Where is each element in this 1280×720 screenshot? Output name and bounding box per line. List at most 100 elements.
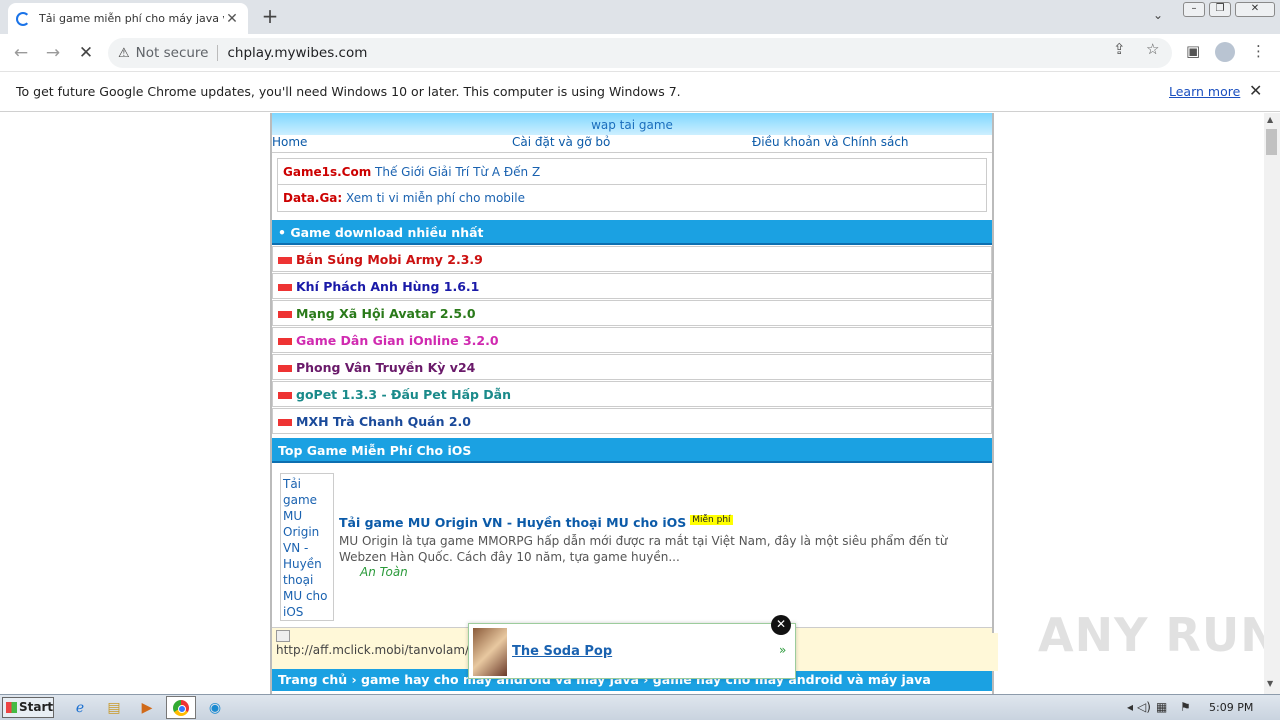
site-container: wap tai game Home Cài đặt và gỡ bỏ Điều …: [270, 113, 994, 694]
scroll-up-icon[interactable]: ▲: [1267, 115, 1273, 124]
new-badge-icon: [278, 365, 292, 372]
page-scrollbar[interactable]: ▲ ▼: [1264, 113, 1280, 694]
profile-avatar[interactable]: [1215, 42, 1235, 62]
web-page: wap tai game Home Cài đặt và gỡ bỏ Điều …: [0, 113, 1264, 694]
side-panel-icon[interactable]: ▣: [1186, 42, 1200, 60]
media-player-icon[interactable]: ▶: [135, 698, 159, 718]
promo-text[interactable]: Thế Giới Giải Trí Từ A Đến Z: [375, 165, 540, 179]
tab-title: Tải game miễn phí cho máy java và a: [39, 12, 224, 25]
address-separator: [217, 45, 219, 61]
windows-taskbar: Start ℯ ▤ ▶ ◉ ◂ ◁) ▦ ⚑ 5:09 PM: [0, 694, 1280, 720]
chrome-icon: [173, 700, 189, 716]
game-title[interactable]: Game Dân Gian iOnline 3.2.0: [296, 333, 499, 348]
ad-strip: [796, 633, 998, 671]
ios-game-card: Tải game MU Origin VN - Huyền thoại MU c…: [272, 463, 992, 627]
browser-toolbar: ← → ✕ ⚠ Not secure chplay.mywibes.com ⇪ …: [0, 34, 1280, 72]
broken-image-icon: [276, 630, 290, 642]
stop-loading-button[interactable]: ✕: [74, 41, 98, 65]
chrome-taskbar-button[interactable]: [166, 696, 196, 719]
infobar-message: To get future Google Chrome updates, you…: [16, 84, 681, 99]
game-thumbnail[interactable]: Tải game MU Origin VN - Huyền thoại MU c…: [280, 473, 334, 621]
new-tab-button[interactable]: +: [259, 4, 281, 28]
game-item[interactable]: MXH Trà Chanh Quán 2.0: [272, 408, 992, 434]
new-badge-icon: [278, 284, 292, 291]
menu-kebab-icon[interactable]: ⋮: [1251, 42, 1266, 60]
warning-icon[interactable]: ⚠: [118, 46, 130, 61]
loading-spinner-icon: [16, 11, 30, 26]
site-menu: Home Cài đặt và gỡ bỏ Điều khoản và Chín…: [272, 135, 992, 153]
ios-game-description: MU Origin là tựa game MMORPG hấp dẫn mới…: [339, 534, 948, 564]
promo-link[interactable]: Data.Ga: Xem ti vi miễn phí cho mobile: [277, 185, 987, 212]
banner-alt-text[interactable]: wap tai game: [591, 118, 673, 132]
share-icon[interactable]: ⇪: [1113, 40, 1126, 58]
start-label: Start: [19, 700, 54, 714]
new-badge-icon: [278, 419, 292, 426]
free-badge: Miễn phí: [690, 515, 733, 525]
game-title[interactable]: MXH Trà Chanh Quán 2.0: [296, 414, 471, 429]
menu-terms[interactable]: Điều khoản và Chính sách: [752, 135, 909, 152]
clock[interactable]: 5:09 PM: [1209, 701, 1253, 714]
browser-tabbar: Tải game miễn phí cho máy java và a ✕ + …: [0, 0, 1280, 34]
promo-link[interactable]: Game1s.Com Thế Giới Giải Trí Từ A Đến Z: [277, 158, 987, 185]
new-badge-icon: [278, 257, 292, 264]
game-title[interactable]: Phong Vân Truyền Kỳ v24: [296, 360, 475, 375]
action-center-flag-icon[interactable]: ⚑: [1180, 700, 1191, 714]
start-button[interactable]: Start: [2, 697, 54, 718]
section-ios: Top Game Miễn Phí Cho iOS: [272, 438, 992, 463]
game-item[interactable]: Bắn Súng Mobi Army 2.3.9: [272, 246, 992, 272]
game-item[interactable]: Phong Vân Truyền Kỳ v24: [272, 354, 992, 380]
menu-home[interactable]: Home: [272, 135, 512, 152]
promo-text[interactable]: Xem ti vi miễn phí cho mobile: [346, 191, 525, 205]
bookmark-star-icon[interactable]: ☆: [1146, 40, 1159, 58]
menu-install[interactable]: Cài đặt và gỡ bỏ: [512, 135, 752, 152]
browser-tab[interactable]: Tải game miễn phí cho máy java và a ✕: [8, 3, 248, 34]
learn-more-link[interactable]: Learn more: [1169, 84, 1240, 99]
game-list: Bắn Súng Mobi Army 2.3.9 Khí Phách Anh H…: [272, 246, 992, 434]
ios-game-title[interactable]: Tải game MU Origin VN - Huyền thoại MU c…: [339, 515, 686, 530]
scroll-thumb[interactable]: [1266, 129, 1277, 155]
tray-expand-icon[interactable]: ◂: [1127, 700, 1133, 714]
ad-title[interactable]: The Soda Pop: [512, 644, 612, 659]
ad-image[interactable]: [473, 628, 507, 676]
back-button[interactable]: ←: [9, 41, 33, 65]
ad-arrow-icon[interactable]: »: [779, 643, 786, 657]
promo-brand[interactable]: Game1s.Com: [283, 165, 371, 179]
game-item[interactable]: Khí Phách Anh Hùng 1.6.1: [272, 273, 992, 299]
ad-popup[interactable]: The Soda Pop » ✕: [468, 615, 796, 679]
new-badge-icon: [278, 392, 292, 399]
tab-search-chevron-icon[interactable]: ⌄: [1153, 8, 1163, 22]
game-item[interactable]: Game Dân Gian iOnline 3.2.0: [272, 327, 992, 353]
update-infobar: To get future Google Chrome updates, you…: [0, 72, 1280, 112]
game-item[interactable]: Mạng Xã Hội Avatar 2.5.0: [272, 300, 992, 326]
volume-icon[interactable]: ◁): [1137, 700, 1151, 714]
ad-close-icon[interactable]: ✕: [771, 615, 791, 635]
scroll-down-icon[interactable]: ▼: [1267, 679, 1273, 688]
close-window-button[interactable]: ✕: [1235, 2, 1275, 17]
new-badge-icon: [278, 311, 292, 318]
section-top-downloads: • Game download nhiều nhất: [272, 220, 992, 245]
windows-flag-icon: [6, 702, 17, 713]
ios-game-title-row: Tải game MU Origin VN - Huyền thoại MU c…: [339, 515, 733, 530]
ie-icon[interactable]: ℯ: [68, 698, 92, 718]
game-title[interactable]: goPet 1.3.3 - Đấu Pet Hấp Dẫn: [296, 387, 511, 402]
promo-brand[interactable]: Data.Ga:: [283, 191, 342, 205]
game-item[interactable]: goPet 1.3.3 - Đấu Pet Hấp Dẫn: [272, 381, 992, 407]
anyrun-watermark: ANY RUN: [1038, 608, 1280, 662]
restore-button[interactable]: ❐: [1209, 2, 1231, 17]
game-title[interactable]: Mạng Xã Hội Avatar 2.5.0: [296, 306, 476, 321]
address-bar[interactable]: ⚠ Not secure chplay.mywibes.com: [108, 38, 1172, 68]
infobar-close-icon[interactable]: ✕: [1249, 81, 1262, 100]
game-title[interactable]: Khí Phách Anh Hùng 1.6.1: [296, 279, 479, 294]
tab-close-icon[interactable]: ✕: [224, 11, 240, 27]
security-label[interactable]: Not secure: [136, 45, 209, 61]
edge-icon[interactable]: ◉: [203, 698, 227, 718]
safe-label: An Toàn: [360, 565, 408, 579]
game-title[interactable]: Bắn Súng Mobi Army 2.3.9: [296, 252, 483, 267]
forward-button[interactable]: →: [41, 41, 65, 65]
site-banner[interactable]: wap tai game: [272, 113, 992, 135]
url-text[interactable]: chplay.mywibes.com: [227, 45, 367, 61]
new-badge-icon: [278, 338, 292, 345]
network-icon[interactable]: ▦: [1156, 700, 1167, 714]
minimize-button[interactable]: –: [1183, 2, 1205, 17]
explorer-folder-icon[interactable]: ▤: [102, 698, 126, 718]
